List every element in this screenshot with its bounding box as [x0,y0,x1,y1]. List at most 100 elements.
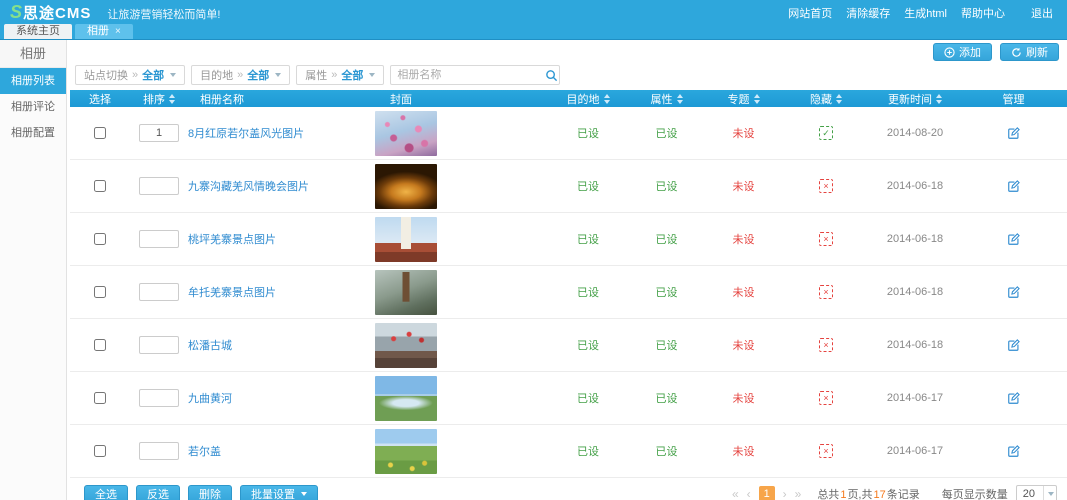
album-name-link[interactable]: 牟托羌寨景点图片 [188,284,276,300]
nav-help-center[interactable]: 帮助中心 [961,5,1005,21]
site-filter-dropdown[interactable]: 站点切换 » 全部 [75,65,185,85]
album-cover-image[interactable] [375,217,437,262]
row-select-checkbox[interactable] [94,392,106,404]
sidebar-item-album-config[interactable]: 相册配置 [0,120,66,146]
hidden-cross-icon[interactable]: × [819,179,833,193]
album-cover-image[interactable] [375,323,437,368]
add-button[interactable]: 添加 [933,43,992,61]
prev-page-button[interactable]: ‹ [745,487,753,500]
updated-date: 2014-06-18 [887,180,943,192]
sort-order-input[interactable] [139,442,179,460]
row-select-checkbox[interactable] [94,233,106,245]
sort-arrows-icon[interactable] [936,94,942,104]
edit-icon[interactable] [1007,285,1021,299]
column-header-attribute[interactable]: 属性 [628,91,705,107]
column-header-updated[interactable]: 更新时间 [870,91,960,107]
add-icon [944,47,955,58]
sort-arrows-icon[interactable] [677,94,683,104]
topic-status: 未设 [733,284,755,300]
logo-icon: S [10,3,22,21]
sidebar-item-album-comments[interactable]: 相册评论 [0,94,66,120]
updated-date: 2014-06-17 [887,392,943,404]
edit-icon[interactable] [1007,391,1021,405]
hidden-cross-icon[interactable]: × [819,232,833,246]
row-select-checkbox[interactable] [94,127,106,139]
attribute-status: 已设 [656,284,678,300]
select-all-button[interactable]: 全选 [84,485,128,500]
album-name-link[interactable]: 松潘古城 [188,337,232,353]
album-name-link[interactable]: 九寨沟藏羌风情晚会图片 [188,178,309,194]
sort-arrows-icon[interactable] [836,94,842,104]
per-page-select[interactable]: 20 [1016,485,1057,500]
hidden-check-icon[interactable]: ✓ [819,126,833,140]
attribute-filter-dropdown[interactable]: 属性 » 全部 [296,65,384,85]
sort-order-input[interactable] [139,177,179,195]
row-select-checkbox[interactable] [94,339,106,351]
edit-icon[interactable] [1007,232,1021,246]
nav-logout[interactable]: 退出 [1031,5,1053,21]
edit-icon[interactable] [1007,126,1021,140]
tab-album[interactable]: 相册 × [75,24,133,39]
row-select-checkbox[interactable] [94,286,106,298]
summary-text: 页,共 [847,489,872,500]
delete-button[interactable]: 删除 [188,485,232,500]
attribute-status: 已设 [656,231,678,247]
attribute-filter-label: 属性 [305,67,327,83]
search-input[interactable] [391,69,545,81]
sort-order-input[interactable] [139,230,179,248]
first-page-button[interactable]: « [730,487,741,500]
hidden-cross-icon[interactable]: × [819,444,833,458]
hidden-cross-icon[interactable]: × [819,285,833,299]
edit-icon[interactable] [1007,444,1021,458]
table-row: 8月红原若尔盖风光图片已设已设未设✓2014-08-20 [70,107,1067,160]
album-cover-image[interactable] [375,111,437,156]
next-page-button[interactable]: › [781,487,789,500]
column-header-topic[interactable]: 专题 [705,91,782,107]
sidebar: 相册 相册列表 相册评论 相册配置 [0,40,67,500]
tab-album-label: 相册 [87,24,109,39]
column-header-hidden[interactable]: 隐藏 [782,91,870,107]
tagline: 让旅游营销轻松而简单! [107,6,220,22]
album-name-link[interactable]: 桃坪羌寨景点图片 [188,231,276,247]
last-page-button[interactable]: » [793,487,804,500]
album-name-link[interactable]: 8月红原若尔盖风光图片 [188,125,304,141]
tab-close-icon[interactable]: × [115,27,121,37]
destination-filter-dropdown[interactable]: 目的地 » 全部 [191,65,290,85]
attribute-filter-value: 全部 [341,67,363,83]
sort-order-input[interactable] [139,124,179,142]
nav-clear-cache[interactable]: 清除缓存 [846,5,890,21]
chevron-down-icon [1043,486,1056,500]
album-cover-image[interactable] [375,376,437,421]
batch-settings-button[interactable]: 批量设置 [240,485,318,500]
sort-order-input[interactable] [139,283,179,301]
sort-arrows-icon[interactable] [604,94,610,104]
brand-area: S 思途CMS 让旅游营销轻松而简单! [10,2,220,23]
column-header-sort[interactable]: 排序 [130,91,188,107]
column-header-destination[interactable]: 目的地 [548,91,628,107]
sort-order-input[interactable] [139,389,179,407]
edit-icon[interactable] [1007,338,1021,352]
album-cover-image[interactable] [375,164,437,209]
refresh-button[interactable]: 刷新 [1000,43,1059,61]
album-name-link[interactable]: 九曲黄河 [188,390,232,406]
nav-generate-html[interactable]: 生成html [904,5,947,21]
row-select-checkbox[interactable] [94,445,106,457]
edit-icon[interactable] [1007,179,1021,193]
hidden-cross-icon[interactable]: × [819,338,833,352]
nav-site-home[interactable]: 网站首页 [788,5,832,21]
row-select-checkbox[interactable] [94,180,106,192]
current-page-button[interactable]: 1 [759,486,775,500]
sort-arrows-icon[interactable] [169,94,175,104]
album-cover-image[interactable] [375,429,437,474]
table-header-row: 选择排序相册名称封面目的地属性专题隐藏更新时间管理 [70,90,1067,107]
sort-arrows-icon[interactable] [754,94,760,104]
invert-selection-button[interactable]: 反选 [136,485,180,500]
tab-system-home[interactable]: 系统主页 [4,24,72,39]
updated-date: 2014-08-20 [887,127,943,139]
search-icon[interactable] [545,69,558,82]
hidden-cross-icon[interactable]: × [819,391,833,405]
sidebar-item-album-list[interactable]: 相册列表 [0,68,66,94]
album-cover-image[interactable] [375,270,437,315]
album-name-link[interactable]: 若尔盖 [188,443,221,459]
sort-order-input[interactable] [139,336,179,354]
